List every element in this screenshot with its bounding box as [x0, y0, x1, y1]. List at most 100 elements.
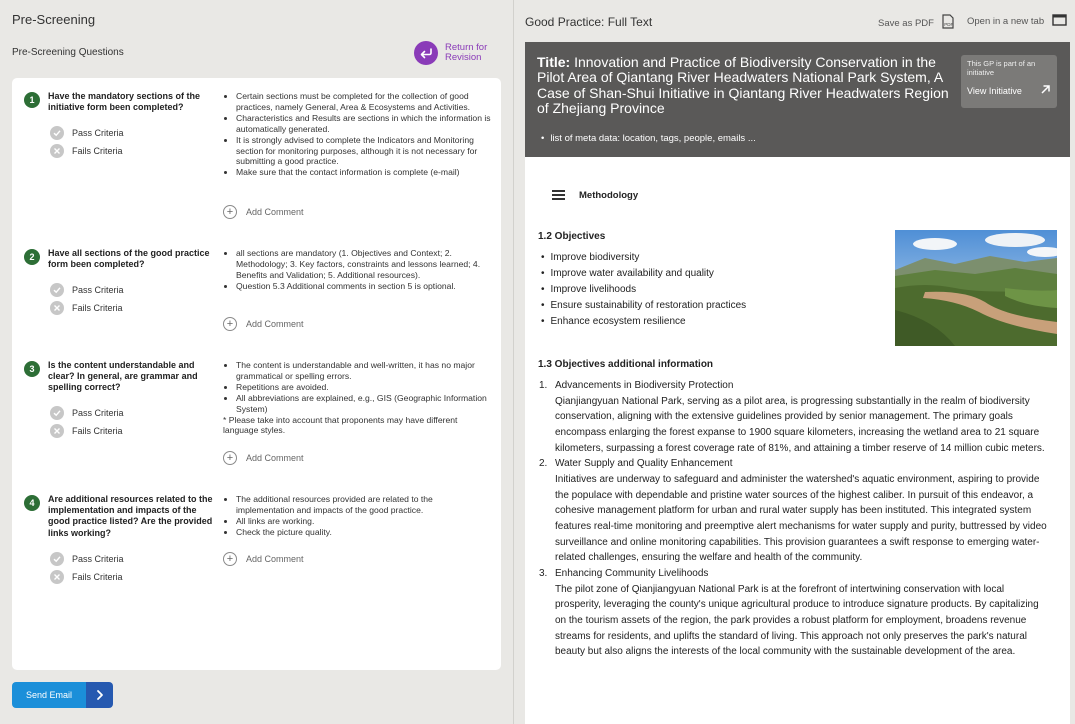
fail-criteria-label: Fails Criteria: [72, 572, 123, 582]
add-comment-button[interactable]: + Add Comment: [223, 205, 304, 219]
list-item: 2. Water Supply and Quality Enhancement …: [539, 456, 1049, 566]
note-item: all sections are mandatory (1. Objective…: [236, 248, 492, 281]
cross-icon: [50, 144, 64, 158]
pass-criteria-option[interactable]: Pass Criteria: [50, 406, 124, 420]
check-icon: [50, 406, 64, 420]
initiative-note: This GP is part of an initiative: [967, 59, 1036, 77]
note-item: Make sure that the contact information i…: [236, 167, 492, 178]
pass-criteria-label: Pass Criteria: [72, 408, 124, 418]
item-text: The pilot zone of Qianjiangyuan National…: [555, 583, 1039, 658]
note-item: It is strongly advised to complete the I…: [236, 135, 492, 168]
pdf-icon: PDF: [942, 14, 954, 32]
question-number: 2: [24, 249, 40, 265]
return-for-revision-label: Return for Revision: [445, 42, 488, 63]
send-email-label: Send Email: [12, 682, 86, 708]
return-for-revision-button[interactable]: Return for Revision: [414, 41, 495, 65]
additional-info-list: 1. Advancements in Biodiversity Protecti…: [539, 378, 1049, 660]
document-title: Title: Innovation and Practice of Biodiv…: [537, 54, 949, 117]
fail-criteria-option[interactable]: Fails Criteria: [50, 424, 123, 438]
list-item: Enhance ecosystem resilience: [541, 314, 746, 330]
pass-criteria-option[interactable]: Pass Criteria: [50, 283, 124, 297]
menu-icon: [552, 188, 565, 202]
note-item: Characteristics and Results are sections…: [236, 113, 492, 135]
pass-criteria-label: Pass Criteria: [72, 285, 124, 295]
add-comment-label: Add Comment: [246, 453, 304, 463]
note-item: All links are working.: [236, 516, 492, 527]
list-item: Ensure sustainability of restoration pra…: [541, 298, 747, 314]
item-text: Initiatives are underway to safeguard an…: [555, 473, 1047, 564]
item-title: Enhancing Community Livelihoods: [555, 567, 709, 579]
meta-data-line: list of meta data: location, tags, peopl…: [541, 133, 755, 144]
list-item: Improve water availability and quality: [541, 266, 746, 282]
note-item: Check the picture quality.: [236, 527, 492, 538]
methodology-menu[interactable]: Methodology: [552, 188, 638, 202]
note-item: Certain sections must be completed for t…: [236, 91, 492, 113]
pass-criteria-option[interactable]: Pass Criteria: [50, 126, 124, 140]
cross-icon: [50, 570, 64, 584]
list-item: 3. Enhancing Community Livelihoods The p…: [539, 566, 1049, 660]
add-comment-button[interactable]: + Add Comment: [223, 552, 304, 566]
new-window-icon: [1052, 14, 1067, 29]
note-item: Question 5.3 Additional comments in sect…: [236, 281, 492, 292]
note-item: Repetitions are avoided.: [236, 382, 492, 393]
check-icon: [50, 283, 64, 297]
chevron-right-icon: [86, 682, 113, 708]
fail-criteria-option[interactable]: Fails Criteria: [50, 144, 123, 158]
open-new-tab-button[interactable]: Open in a new tab: [967, 14, 1067, 29]
add-comment-label: Add Comment: [246, 554, 304, 564]
questions-card: 1 Have the mandatory sections of the ini…: [12, 78, 501, 670]
panel-title: Pre-Screening: [12, 12, 96, 27]
fail-criteria-label: Fails Criteria: [72, 146, 123, 156]
item-number: 3.: [539, 567, 548, 579]
view-initiative-label: View Initiative: [967, 85, 1022, 96]
fail-criteria-option[interactable]: Fails Criteria: [50, 301, 123, 315]
question-title: Is the content understandable and clear?…: [48, 360, 198, 393]
methodology-label: Methodology: [579, 189, 639, 201]
document-view: Title: Innovation and Practice of Biodiv…: [525, 42, 1070, 724]
section-subtitle: Pre-Screening Questions: [12, 47, 124, 58]
question-notes: The content is understandable and well-w…: [222, 360, 492, 436]
pass-criteria-option[interactable]: Pass Criteria: [50, 552, 124, 566]
document-header: Title: Innovation and Practice of Biodiv…: [525, 42, 1070, 157]
plus-icon: +: [223, 552, 237, 566]
add-comment-button[interactable]: + Add Comment: [223, 317, 304, 331]
add-comment-label: Add Comment: [246, 207, 304, 217]
list-item: Improve biodiversity: [541, 250, 746, 266]
landscape-photo: [895, 230, 1057, 346]
question-title: Are additional resources related to the …: [48, 494, 213, 538]
arrow-up-right-icon: [1040, 84, 1051, 97]
fail-criteria-label: Fails Criteria: [72, 303, 123, 313]
question-number: 4: [24, 495, 40, 511]
save-as-pdf-label: Save as PDF: [878, 17, 934, 29]
objectives-list: Improve biodiversity Improve water avail…: [541, 250, 747, 330]
open-new-tab-label: Open in a new tab: [967, 16, 1045, 27]
pre-screening-panel: Pre-Screening Pre-Screening Questions Re…: [0, 0, 513, 724]
objectives-heading: 1.2 Objectives: [538, 231, 606, 242]
question-notes: The additional resources provided are re…: [222, 494, 492, 538]
item-title: Water Supply and Quality Enhancement: [555, 458, 733, 470]
question-title: Have all sections of the good practice f…: [48, 248, 210, 270]
note-item: The additional resources provided are re…: [236, 494, 492, 516]
additional-info-heading: 1.3 Objectives additional information: [538, 359, 714, 370]
panel-title: Good Practice: Full Text: [525, 15, 653, 29]
item-title: Advancements in Biodiversity Protection: [555, 380, 734, 391]
plus-icon: +: [223, 317, 237, 331]
add-comment-button[interactable]: + Add Comment: [223, 451, 304, 465]
check-icon: [50, 126, 64, 140]
save-as-pdf-button[interactable]: Save as PDF PDF: [878, 14, 954, 32]
fail-criteria-label: Fails Criteria: [72, 426, 123, 436]
view-initiative-button[interactable]: This GP is part of an initiative View In…: [961, 55, 1057, 108]
send-email-button[interactable]: Send Email: [12, 682, 113, 708]
fail-criteria-option[interactable]: Fails Criteria: [50, 570, 123, 584]
pass-criteria-label: Pass Criteria: [72, 554, 124, 564]
note-item: All abbreviations are explained, e.g., G…: [236, 393, 492, 415]
question-notes: Certain sections must be completed for t…: [222, 91, 492, 178]
cross-icon: [50, 301, 64, 315]
item-text: Qianjiangyuan National Park, serving as …: [555, 395, 1045, 454]
pass-criteria-label: Pass Criteria: [72, 128, 124, 138]
return-arrow-icon: [414, 41, 438, 65]
full-text-panel: Good Practice: Full Text Save as PDF PDF…: [513, 0, 1075, 724]
item-number: 2.: [539, 458, 548, 470]
plus-icon: +: [223, 451, 237, 465]
svg-text:PDF: PDF: [944, 22, 953, 27]
